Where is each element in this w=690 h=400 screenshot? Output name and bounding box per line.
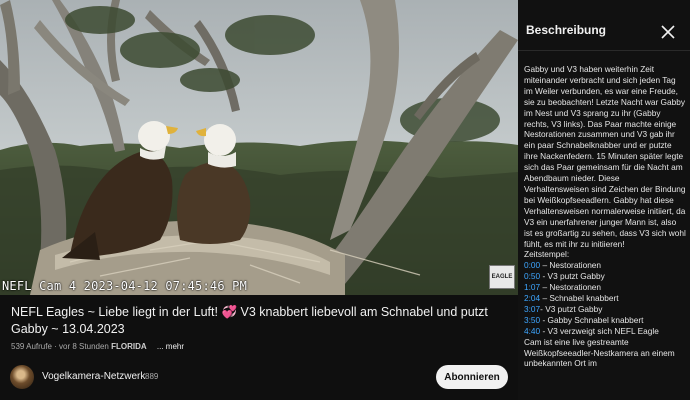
close-button[interactable]	[658, 22, 678, 42]
timestamps-label: Zeitstempel:	[524, 249, 570, 260]
location-tag[interactable]: FLORIDA	[111, 342, 147, 351]
video-info: NEFL Eagles ~ Liebe liegt in der Luft! 💞…	[0, 295, 518, 400]
timestamp-row: 1:07 – Nestorationen	[524, 282, 686, 293]
timestamp-link[interactable]: 0:50	[524, 271, 540, 281]
app-window: NEFL Cam 4 2023-04-12 07:45:46 PM EAGLE …	[0, 0, 690, 400]
camera-timestamp-overlay: NEFL Cam 4 2023-04-12 07:45:46 PM	[2, 279, 248, 293]
timestamp-row: 3:50 - Gabby Schnabel knabbert	[524, 315, 686, 326]
timestamp-row: 4:40 - V3 verzweigt sich NEFL Eagle	[524, 326, 686, 337]
close-icon	[661, 25, 675, 39]
timestamp-link[interactable]: 3:50	[524, 315, 540, 325]
video-player[interactable]: NEFL Cam 4 2023-04-12 07:45:46 PM EAGLE	[0, 0, 518, 295]
timestamp-link[interactable]: 1:07	[524, 282, 540, 292]
timestamp-text: – Schnabel knabbert	[540, 293, 619, 304]
timestamp-text: - Gabby Schnabel knabbert	[540, 314, 644, 325]
video-frame	[0, 0, 518, 295]
timestamp-link[interactable]: 0:00	[524, 260, 540, 270]
description-text: Gabby und V3 haben weiterhin Zeit mitein…	[524, 64, 686, 249]
timestamp-row: 0:00 – Nestorationen	[524, 260, 686, 271]
video-title: NEFL Eagles ~ Liebe liegt in der Luft! 💞…	[11, 304, 501, 338]
panel-divider	[518, 50, 690, 51]
timestamp-list: 0:00 – Nestorationen 0:50 - V3 putzt Gab…	[524, 260, 686, 336]
camera-logo: EAGLE	[489, 265, 515, 289]
timestamp-text: – Nestorationen	[540, 260, 602, 271]
timestamp-text: - V3 putzt Gabby	[540, 303, 603, 314]
two-hearts-icon: 💞	[221, 305, 238, 319]
video-title-part1: NEFL Eagles ~ Liebe liegt in der Luft!	[11, 305, 222, 319]
timestamp-row: 3:07- V3 putzt Gabby	[524, 304, 686, 315]
description-body: Gabby und V3 haben weiterhin Zeit mitein…	[524, 64, 686, 369]
channel-name[interactable]: Vogelkamera-Netzwerk	[42, 371, 145, 382]
timestamp-text: - V3 putzt Gabby	[540, 271, 605, 282]
subscribe-button[interactable]: Abonnieren	[436, 365, 508, 389]
timestamp-text: – Nestorationen	[540, 282, 602, 293]
timestamp-link[interactable]: 4:40	[524, 326, 540, 336]
panel-title: Beschreibung	[526, 23, 607, 37]
video-meta[interactable]: 539 Aufrufe · vor 8 Stunden FLORIDA ... …	[11, 342, 184, 351]
description-footer: Cam ist eine live gestreamte Weißkopfsee…	[524, 336, 675, 369]
more-link[interactable]: ... mehr	[157, 342, 184, 351]
timestamp-row: 2:04 – Schnabel knabbert	[524, 293, 686, 304]
description-panel: Beschreibung Gabby und V3 haben weiterhi…	[518, 0, 690, 400]
channel-row: Vogelkamera-Netzwerk 889 Abonnieren	[10, 365, 510, 391]
timestamp-row: 0:50 - V3 putzt Gabby	[524, 271, 686, 282]
channel-avatar[interactable]	[10, 365, 34, 389]
subscriber-count: 889	[145, 372, 159, 381]
timestamp-text: - V3 verzweigt sich NEFL Eagle	[540, 325, 659, 336]
timestamp-link[interactable]: 2:04	[524, 293, 540, 303]
view-count: 539 Aufrufe	[11, 342, 52, 351]
upload-age: vor 8 Stunden	[59, 342, 109, 351]
timestamp-link[interactable]: 3:07	[524, 304, 540, 314]
